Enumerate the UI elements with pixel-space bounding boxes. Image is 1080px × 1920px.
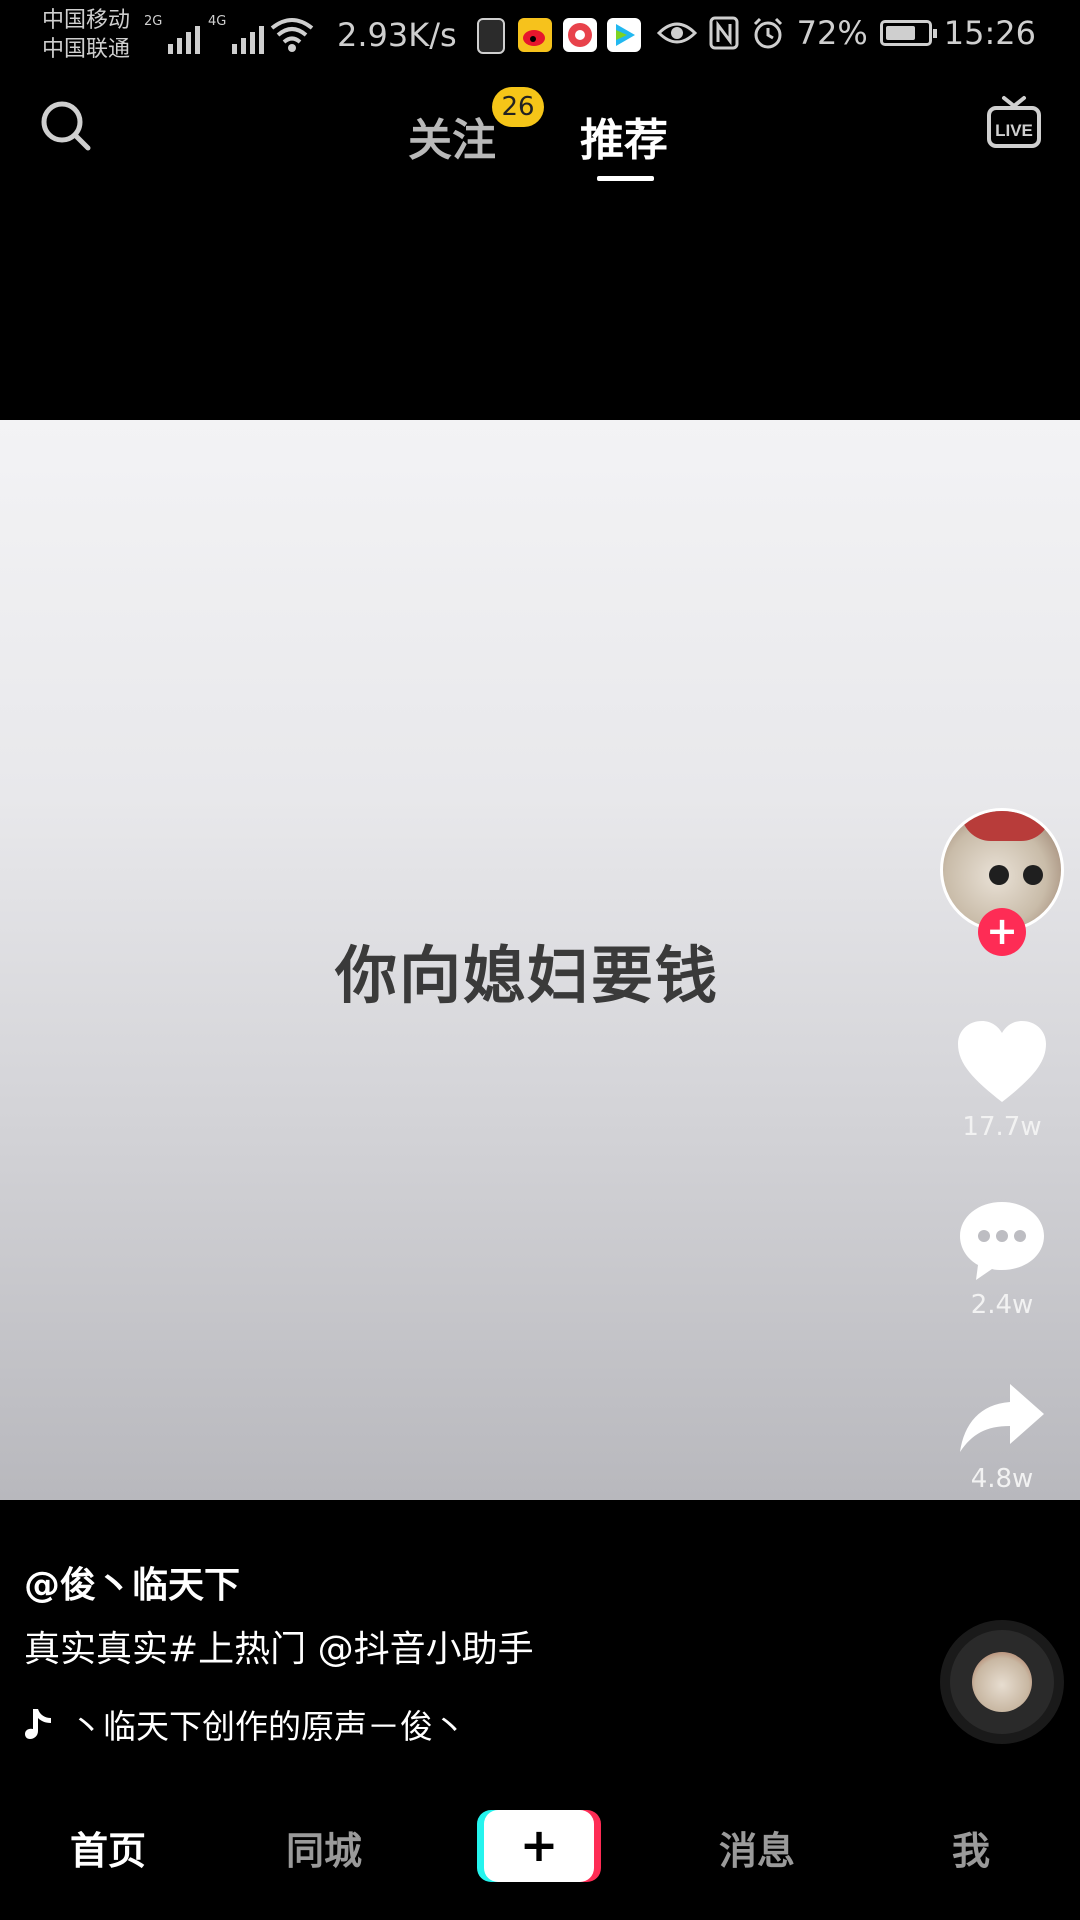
share-icon bbox=[960, 1384, 1044, 1452]
signal-2g-icon: 2G bbox=[144, 14, 201, 54]
tab-follow[interactable]: 关注 bbox=[408, 104, 496, 168]
bottom-nav: 首页 同城 + 消息 我 bbox=[0, 1790, 1080, 1920]
carrier-2: 中国联通 bbox=[42, 37, 131, 62]
comment-icon bbox=[960, 1202, 1044, 1280]
video-player[interactable]: 你向媳妇要钱 bbox=[0, 420, 1080, 1500]
nfc-icon bbox=[709, 16, 739, 50]
network-speed: 2.93K/s bbox=[337, 16, 457, 54]
share-button[interactable]: 4.8w bbox=[940, 1380, 1064, 1494]
signal-2g-tag: 2G bbox=[144, 14, 163, 29]
carrier-names: 中国移动 中国联通 bbox=[42, 6, 130, 64]
signal-4g-icon: 4G bbox=[208, 14, 265, 54]
carrier-1: 中国移动 bbox=[42, 8, 131, 33]
follow-count-badge: 26 bbox=[492, 87, 544, 127]
app-icon bbox=[563, 18, 597, 52]
upload-icon bbox=[477, 18, 505, 54]
like-count: 17.7w bbox=[962, 1112, 1042, 1142]
clock-time: 15:26 bbox=[943, 14, 1036, 52]
video-app-icon bbox=[607, 18, 641, 52]
eye-icon bbox=[656, 22, 697, 44]
tab-recommend[interactable]: 推荐 bbox=[580, 104, 668, 168]
music-disc[interactable] bbox=[940, 1620, 1064, 1744]
svg-text:LIVE: LIVE bbox=[995, 121, 1033, 140]
alarm-icon bbox=[753, 17, 782, 49]
comment-button[interactable]: 2.4w bbox=[940, 1198, 1064, 1320]
live-icon[interactable]: LIVE bbox=[986, 92, 1042, 152]
nav-profile[interactable]: 我 bbox=[952, 1820, 990, 1875]
status-right: 72% 15:26 bbox=[656, 14, 1036, 52]
follow-plus-button[interactable]: + bbox=[978, 908, 1026, 956]
music-info[interactable]: 丶临天下创作的原声－俊丶 bbox=[24, 1700, 466, 1748]
heart-icon bbox=[958, 1021, 1046, 1102]
nav-nearby[interactable]: 同城 bbox=[286, 1820, 362, 1875]
music-title: 丶临天下创作的原声－俊丶 bbox=[70, 1707, 466, 1746]
like-button[interactable]: 17.7w bbox=[940, 1018, 1064, 1142]
top-nav: 关注 26 推荐 LIVE bbox=[0, 80, 1080, 190]
nav-messages[interactable]: 消息 bbox=[719, 1820, 795, 1875]
wifi-icon bbox=[270, 18, 314, 52]
status-bar: 中国移动 中国联通 2G 4G 2.93K/s 72% 15:26 bbox=[0, 0, 1080, 76]
battery-percent: 72% bbox=[796, 14, 868, 52]
disc-cover bbox=[972, 1652, 1032, 1712]
video-description[interactable]: 真实真实#上热门 @抖音小助手 bbox=[24, 1620, 534, 1672]
author-name[interactable]: @俊丶临天下 bbox=[24, 1556, 240, 1608]
create-video-button[interactable]: + bbox=[484, 1810, 594, 1882]
search-icon[interactable] bbox=[38, 98, 94, 154]
music-note-icon bbox=[25, 1709, 51, 1739]
battery-icon bbox=[879, 20, 937, 46]
weibo-icon bbox=[518, 18, 552, 52]
share-count: 4.8w bbox=[970, 1464, 1034, 1494]
nav-home[interactable]: 首页 bbox=[70, 1820, 146, 1875]
comment-count: 2.4w bbox=[970, 1290, 1034, 1320]
active-tab-indicator bbox=[597, 176, 654, 181]
video-caption: 你向媳妇要钱 bbox=[334, 939, 719, 1012]
signal-4g-tag: 4G bbox=[208, 14, 227, 29]
